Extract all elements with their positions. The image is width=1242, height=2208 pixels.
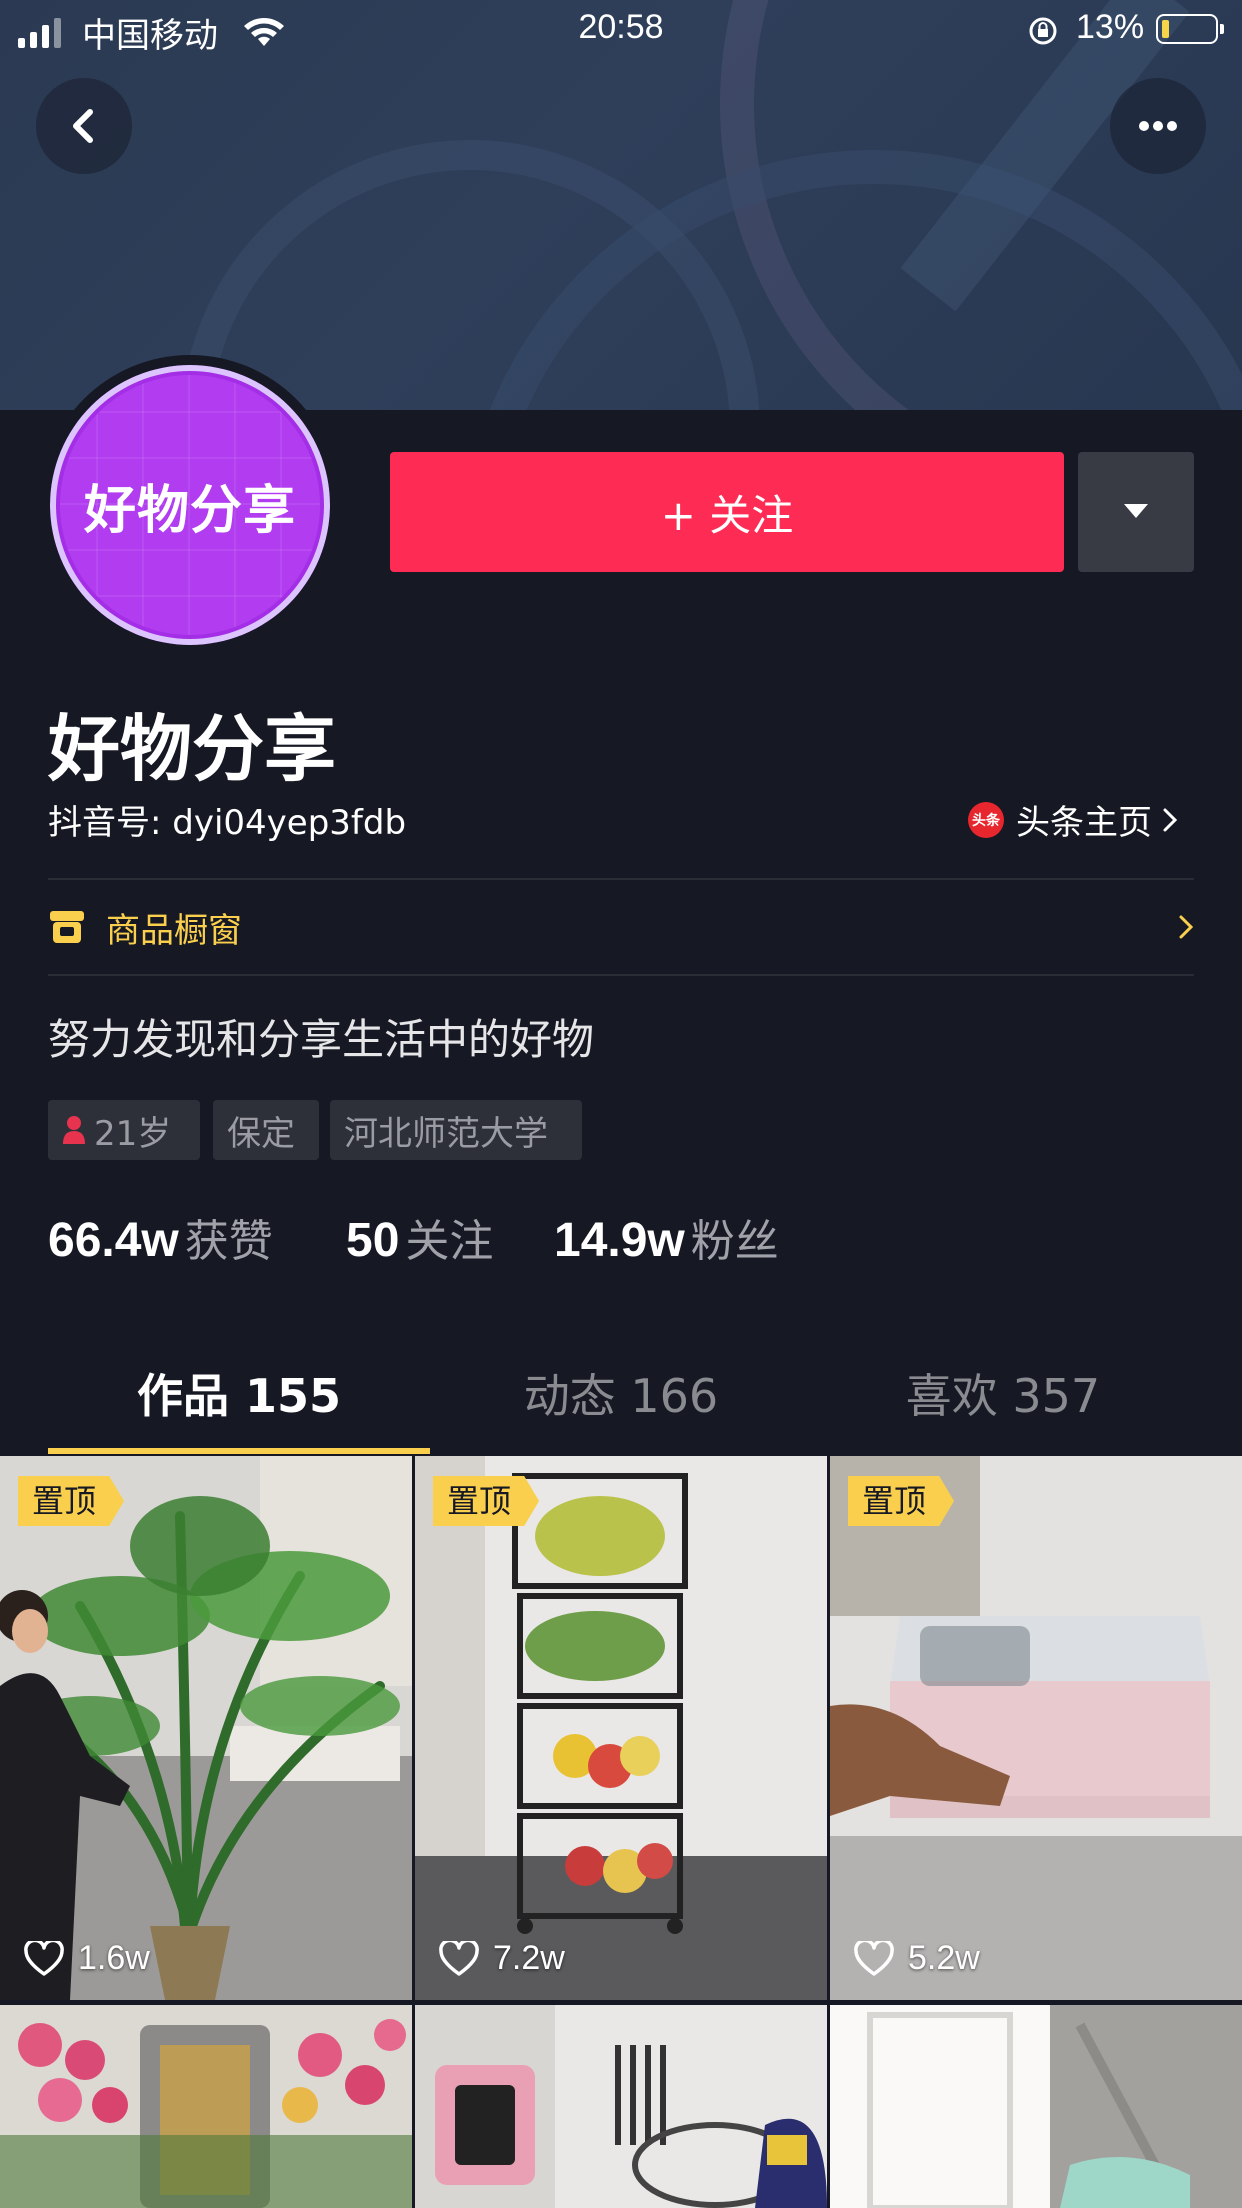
more-horizontal-icon: [1139, 121, 1177, 131]
age-tag: 21岁: [48, 1100, 200, 1160]
chevron-right-icon: [1179, 915, 1194, 939]
video-thumbnail-image: [0, 1456, 412, 2000]
stat-fans-value: 14.9w: [554, 1214, 685, 1267]
video-thumbnail[interactable]: [415, 2005, 827, 2208]
recommend-dropdown-button[interactable]: [1078, 452, 1194, 572]
caret-down-icon: [1124, 504, 1148, 518]
video-like-count: 5.2w: [854, 1939, 980, 1978]
pinned-badge: 置顶: [18, 1476, 125, 1526]
stat-likes-label: 获赞: [184, 1216, 273, 1267]
toutiao-homepage-link[interactable]: 头条 头条主页: [968, 795, 1178, 844]
profile-display-name: 好物分享: [48, 707, 337, 791]
video-thumbnail-image: [830, 1456, 1242, 2000]
video-thumbnail[interactable]: 置顶 5.2w: [830, 1456, 1242, 2000]
video-thumbnail[interactable]: [830, 2005, 1242, 2208]
heart-icon: [439, 1940, 479, 1976]
chevron-left-icon: [73, 109, 93, 143]
video-thumbnail-image: [415, 2005, 827, 2208]
pinned-badge: 置顶: [433, 1476, 540, 1526]
follow-button-label: + 关注: [660, 490, 794, 540]
video-thumbnail[interactable]: 置顶 1.6w: [0, 1456, 412, 2000]
active-tab-indicator: [48, 1448, 430, 1454]
location-tag-label: 保定: [227, 1113, 295, 1154]
rotation-lock-icon: [1029, 17, 1057, 45]
douyin-id[interactable]: 抖音号: dyi04yep3fdb: [48, 795, 406, 844]
avatar[interactable]: 好物分享: [50, 365, 330, 645]
profile-bio: 努力发现和分享生活中的好物: [48, 1015, 595, 1064]
location-tag: 保定: [213, 1100, 319, 1160]
avatar-text: 好物分享: [83, 480, 296, 541]
product-showcase-label: 商品橱窗: [106, 910, 242, 951]
more-options-button[interactable]: [1110, 78, 1206, 174]
female-icon: [63, 1116, 85, 1144]
stat-following[interactable]: 50 关注: [346, 1205, 493, 1269]
video-like-count: 1.6w: [24, 1939, 150, 1978]
toutiao-link-label: 头条主页: [1016, 803, 1152, 843]
battery-icon: [1156, 14, 1224, 44]
video-like-count: 7.2w: [439, 1939, 565, 1978]
stat-fans[interactable]: 14.9w 粉丝: [554, 1205, 779, 1269]
shop-icon: [50, 911, 84, 943]
video-thumbnail-image: [0, 2005, 412, 2208]
school-tag-label: 河北师范大学: [344, 1113, 548, 1154]
video-like-count-value: 1.6w: [78, 1939, 150, 1977]
pinned-badge: 置顶: [848, 1476, 955, 1526]
stat-fans-label: 粉丝: [690, 1216, 779, 1267]
follow-button[interactable]: + 关注: [390, 452, 1064, 572]
back-button[interactable]: [36, 78, 132, 174]
stat-likes: 66.4w 获赞: [48, 1205, 273, 1269]
profile-cover-banner: [0, 0, 1242, 410]
battery-level: [1162, 20, 1169, 38]
banner-decoration: [180, 140, 760, 410]
product-showcase-row[interactable]: 商品橱窗: [48, 880, 1194, 974]
video-thumbnail-image: [415, 1456, 827, 2000]
toutiao-logo-icon: 头条: [968, 801, 1004, 838]
stat-likes-value: 66.4w: [48, 1214, 179, 1267]
tab-liked[interactable]: 喜欢 357: [812, 1360, 1194, 1426]
heart-icon: [24, 1940, 64, 1976]
chevron-right-icon: [1163, 808, 1178, 831]
tab-works[interactable]: 作品 155: [48, 1360, 430, 1426]
stat-following-label: 关注: [405, 1216, 494, 1267]
video-thumbnail[interactable]: [0, 2005, 412, 2208]
video-like-count-value: 5.2w: [908, 1939, 980, 1977]
battery-percentage: 13%: [1076, 8, 1145, 46]
video-thumbnail[interactable]: 置顶 7.2w: [415, 1456, 827, 2000]
school-tag: 河北师范大学: [330, 1100, 582, 1160]
divider: [48, 974, 1194, 976]
stat-following-value: 50: [346, 1214, 400, 1267]
video-thumbnail-image: [830, 2005, 1242, 2208]
heart-icon: [854, 1940, 894, 1976]
video-like-count-value: 7.2w: [493, 1939, 565, 1977]
tab-dynamic[interactable]: 动态 166: [430, 1360, 812, 1426]
age-tag-label: 21岁: [94, 1113, 172, 1154]
